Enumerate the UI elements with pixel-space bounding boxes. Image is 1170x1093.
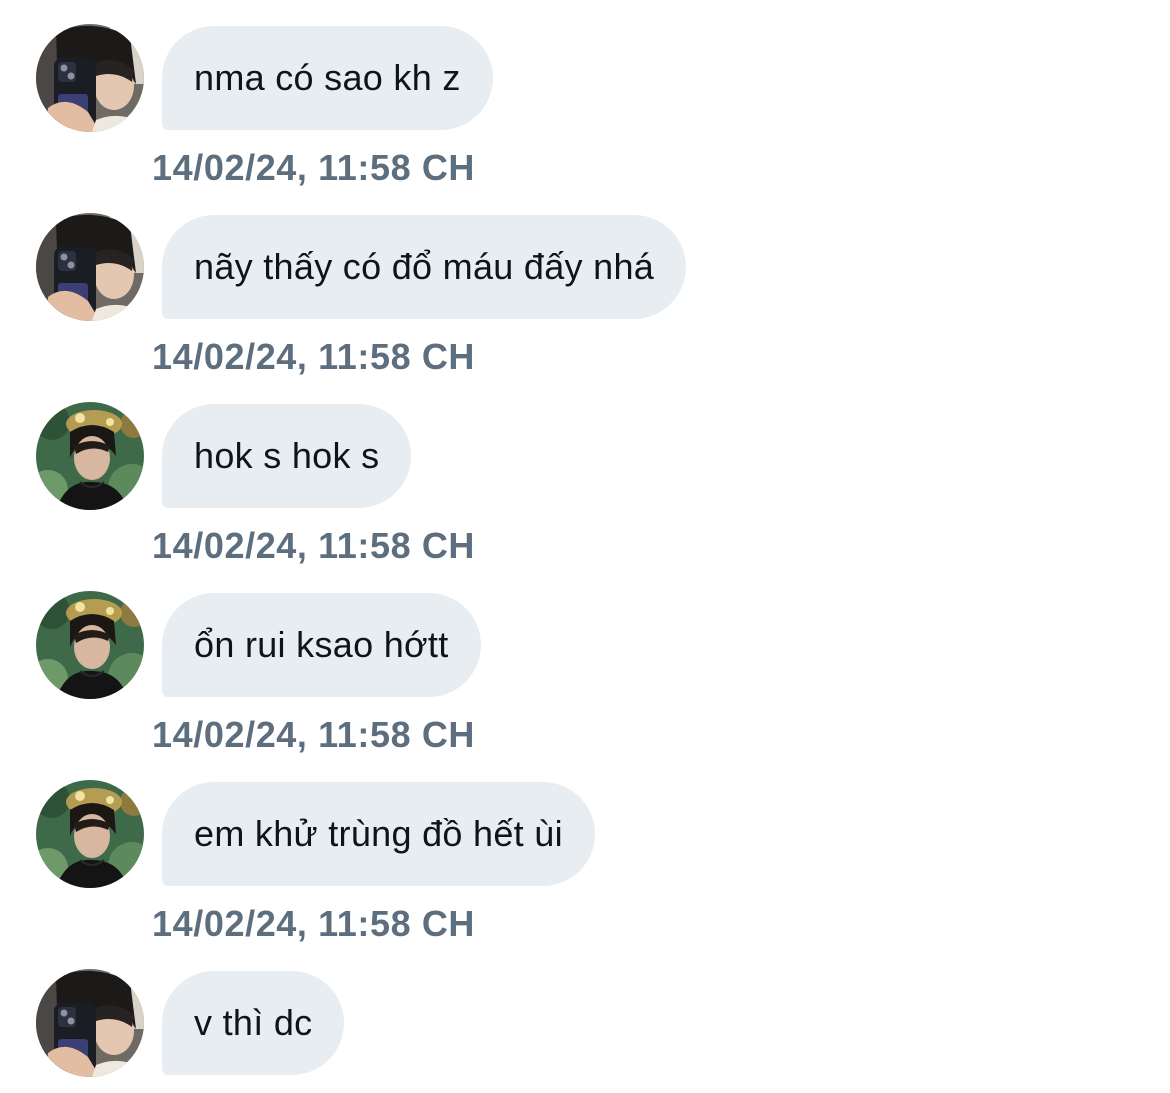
girl-selfie-avatar	[36, 213, 144, 321]
message-timestamp: 14/02/24, 11:58 CH	[152, 147, 476, 188]
message-row: nma có sao kh z 14/02/24, 11:58 CH	[0, 24, 1170, 188]
message-timestamp: 14/02/24, 11:58 CH	[152, 903, 476, 944]
message-timestamp: 14/02/24, 11:58 CH	[152, 525, 476, 566]
avatar[interactable]	[36, 780, 144, 888]
boy-forest-avatar	[36, 591, 144, 699]
avatar[interactable]	[36, 591, 144, 699]
message-row: ổn rui ksao hớtt 14/02/24, 11:58 CH	[0, 591, 1170, 755]
message-timestamp: 14/02/24, 11:58 CH	[152, 714, 476, 755]
message-bubble[interactable]: v thì dc	[162, 971, 345, 1075]
message-row: hok s hok s 14/02/24, 11:58 CH	[0, 402, 1170, 566]
message-bubble[interactable]: hok s hok s	[162, 404, 412, 508]
avatar[interactable]	[36, 24, 144, 132]
boy-forest-avatar	[36, 402, 144, 510]
avatar[interactable]	[36, 213, 144, 321]
message-timestamp: 14/02/24, 11:58 CH	[152, 336, 476, 377]
chat-thread: nma có sao kh z 14/02/24, 11:58 CH nãy t…	[0, 0, 1170, 1093]
girl-selfie-avatar	[36, 24, 144, 132]
message-bubble[interactable]: nma có sao kh z	[162, 26, 493, 130]
message-bubble[interactable]: em khử trùng đồ hết ùi	[162, 782, 595, 886]
message-row: em khử trùng đồ hết ùi 14/02/24, 11:58 C…	[0, 780, 1170, 944]
message-row: v thì dc	[0, 969, 1170, 1075]
message-bubble[interactable]: ổn rui ksao hớtt	[162, 593, 481, 697]
message-row: nãy thấy có đổ máu đấy nhá 14/02/24, 11:…	[0, 213, 1170, 377]
boy-forest-avatar	[36, 780, 144, 888]
avatar[interactable]	[36, 402, 144, 510]
avatar[interactable]	[36, 969, 144, 1077]
message-bubble[interactable]: nãy thấy có đổ máu đấy nhá	[162, 215, 687, 319]
girl-selfie-avatar	[36, 969, 144, 1077]
